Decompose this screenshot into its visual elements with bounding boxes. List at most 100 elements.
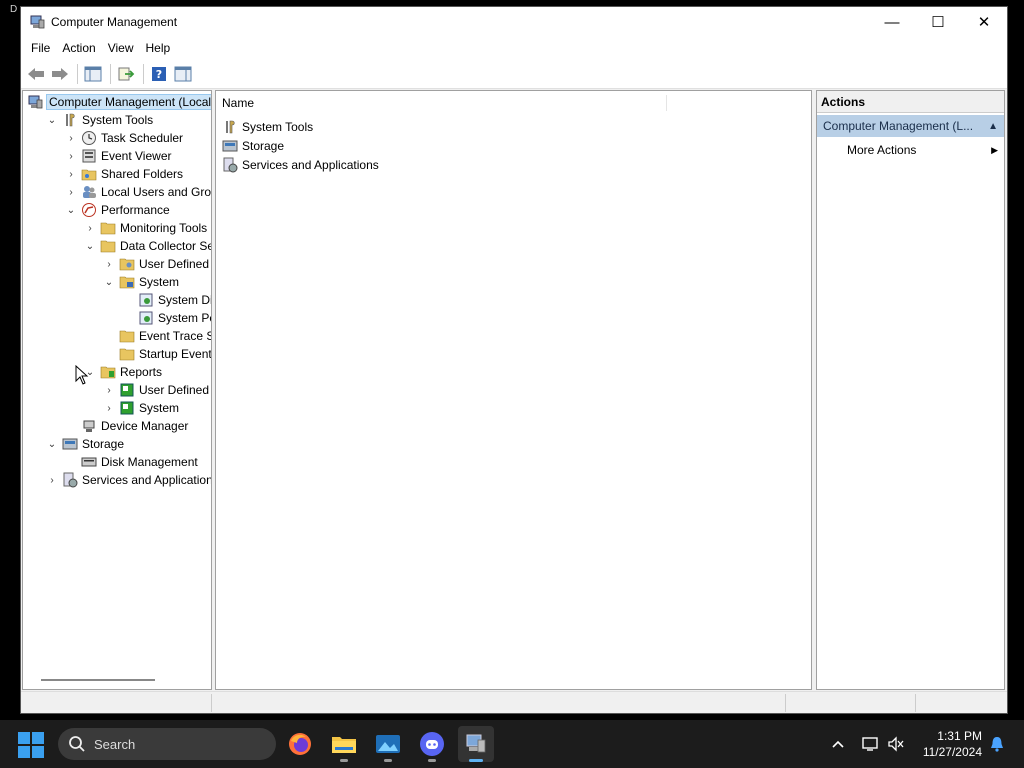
folder-icon bbox=[100, 238, 116, 254]
chevron-right-icon[interactable]: › bbox=[65, 165, 77, 183]
tree-item[interactable]: Startup Event Tra bbox=[103, 345, 211, 363]
photos-taskbar-button[interactable] bbox=[370, 726, 406, 762]
tree-item-label: System bbox=[139, 275, 180, 289]
tree-item[interactable]: › Shared Folders bbox=[65, 165, 183, 183]
tree-item[interactable]: ⌄ Performance bbox=[65, 201, 170, 219]
tree-item[interactable]: › Services and Applications bbox=[46, 471, 211, 489]
forward-button[interactable] bbox=[49, 63, 71, 85]
chevron-down-icon[interactable]: ⌄ bbox=[103, 273, 115, 291]
chevron-down-icon[interactable]: ⌄ bbox=[65, 201, 77, 219]
folder-icon bbox=[332, 737, 356, 753]
list-item-label: System Tools bbox=[242, 119, 314, 134]
chevron-right-icon[interactable]: › bbox=[65, 147, 77, 165]
tree-item[interactable]: › Task Scheduler bbox=[65, 129, 183, 147]
close-button[interactable]: ✕ bbox=[961, 7, 1007, 37]
show-hidden-icons-button[interactable] bbox=[828, 720, 848, 768]
menu-action[interactable]: Action bbox=[56, 41, 101, 55]
menu-view[interactable]: View bbox=[102, 41, 140, 55]
column-header-label: Name bbox=[222, 96, 255, 110]
chevron-right-icon[interactable]: › bbox=[103, 399, 115, 417]
discord-taskbar-button[interactable] bbox=[414, 726, 450, 762]
volume-tray-button[interactable] bbox=[884, 720, 908, 768]
chevron-right-icon[interactable]: › bbox=[84, 219, 96, 237]
storage-icon bbox=[62, 436, 78, 452]
tree-item[interactable]: Computer Management (Local bbox=[27, 93, 212, 111]
horizontal-scrollbar[interactable] bbox=[41, 679, 155, 681]
back-button[interactable] bbox=[25, 63, 47, 85]
tree-item[interactable]: › User Defined bbox=[103, 255, 209, 273]
tree-item[interactable]: Event Trace Sess bbox=[103, 327, 211, 345]
shared-folders-icon bbox=[81, 166, 97, 182]
tree-item[interactable]: › Event Viewer bbox=[65, 147, 171, 165]
minimize-button[interactable]: — bbox=[869, 7, 915, 37]
network-icon bbox=[862, 737, 878, 751]
windows-logo-icon bbox=[18, 732, 30, 744]
list-item-label: Storage bbox=[242, 138, 285, 153]
menu-help[interactable]: Help bbox=[140, 41, 177, 55]
network-tray-button[interactable] bbox=[858, 720, 882, 768]
chevron-right-icon[interactable]: › bbox=[46, 471, 58, 489]
report-green-icon bbox=[119, 400, 135, 416]
help-button[interactable]: ? bbox=[148, 63, 170, 85]
chevron-right-icon[interactable]: › bbox=[103, 381, 115, 399]
chevron-right-icon[interactable]: › bbox=[103, 255, 115, 273]
results-pane[interactable]: Name System Tools Storage Services and A… bbox=[215, 90, 812, 690]
list-item[interactable]: Storage bbox=[222, 136, 284, 155]
tree-item[interactable]: › System bbox=[103, 399, 179, 417]
chevron-down-icon[interactable]: ⌄ bbox=[84, 237, 96, 255]
show-hide-console-tree-button[interactable] bbox=[82, 63, 104, 85]
help-icon: ? bbox=[152, 66, 166, 81]
tree-item[interactable]: › User Defined bbox=[103, 381, 209, 399]
event-viewer-icon bbox=[81, 148, 97, 164]
tree-item-label: Computer Management (Local bbox=[45, 94, 212, 110]
chevron-down-icon[interactable]: ⌄ bbox=[46, 435, 58, 453]
tree-item[interactable]: › Local Users and Groups bbox=[65, 183, 211, 201]
services-icon bbox=[62, 472, 78, 488]
firefox-taskbar-button[interactable] bbox=[282, 726, 318, 762]
maximize-button[interactable]: ☐ bbox=[915, 7, 961, 37]
file-explorer-taskbar-button[interactable] bbox=[326, 726, 362, 762]
chevron-right-icon[interactable]: › bbox=[65, 129, 77, 147]
more-actions-item[interactable]: More Actions ▶ bbox=[817, 139, 1004, 161]
tree-item[interactable]: ⌄ Reports bbox=[84, 363, 162, 381]
clock-icon bbox=[81, 130, 97, 146]
tree-item-label: System Perfo bbox=[158, 311, 211, 325]
column-separator[interactable] bbox=[666, 95, 667, 111]
tree-item[interactable]: ⌄ Data Collector Sets bbox=[84, 237, 211, 255]
chevron-down-icon[interactable]: ⌄ bbox=[46, 111, 58, 129]
tree-item[interactable]: Disk Management bbox=[65, 453, 198, 471]
tree-item[interactable]: System Perfo bbox=[122, 309, 211, 327]
list-item-label: Services and Applications bbox=[242, 157, 379, 172]
tree-item[interactable]: Device Manager bbox=[65, 417, 188, 435]
export-list-button[interactable] bbox=[115, 63, 137, 85]
name-column-header[interactable]: Name bbox=[216, 91, 811, 115]
system-clock[interactable]: 1:31 PM 11/27/2024 bbox=[923, 728, 982, 760]
report-green-icon bbox=[119, 382, 135, 398]
title-bar[interactable]: Computer Management — ☐ ✕ bbox=[21, 7, 1007, 37]
start-button[interactable] bbox=[18, 732, 44, 758]
computer-management-taskbar-button[interactable] bbox=[458, 726, 494, 762]
tree-item[interactable]: ⌄ Storage bbox=[46, 435, 124, 453]
actions-section-computer-management[interactable]: Computer Management (L... ▲ bbox=[817, 115, 1004, 137]
taskbar-search[interactable]: Search bbox=[58, 728, 276, 760]
console-tree[interactable]: Computer Management (Local ⌄ System Tools ›… bbox=[22, 90, 212, 690]
menu-file[interactable]: File bbox=[25, 41, 56, 55]
list-item[interactable]: System Tools bbox=[222, 117, 313, 136]
tree-item[interactable]: ⌄ System Tools bbox=[46, 111, 153, 129]
list-item[interactable]: Services and Applications bbox=[222, 155, 379, 174]
show-hide-action-pane-button[interactable] bbox=[172, 63, 194, 85]
tree-item[interactable]: › Monitoring Tools bbox=[84, 219, 207, 237]
chevron-right-icon[interactable]: › bbox=[65, 183, 77, 201]
tree-item[interactable]: System Diagr bbox=[122, 291, 211, 309]
tree-item[interactable]: ⌄ System bbox=[103, 273, 179, 291]
collapse-up-icon[interactable]: ▲ bbox=[988, 121, 998, 132]
diagnostics-icon bbox=[138, 310, 154, 326]
tree-item-label: Event Viewer bbox=[101, 149, 172, 163]
notifications-button[interactable] bbox=[986, 720, 1008, 768]
clock-time: 1:31 PM bbox=[937, 729, 982, 743]
speaker-muted-icon bbox=[888, 736, 904, 752]
tree-item-label: System Tools bbox=[82, 113, 154, 127]
